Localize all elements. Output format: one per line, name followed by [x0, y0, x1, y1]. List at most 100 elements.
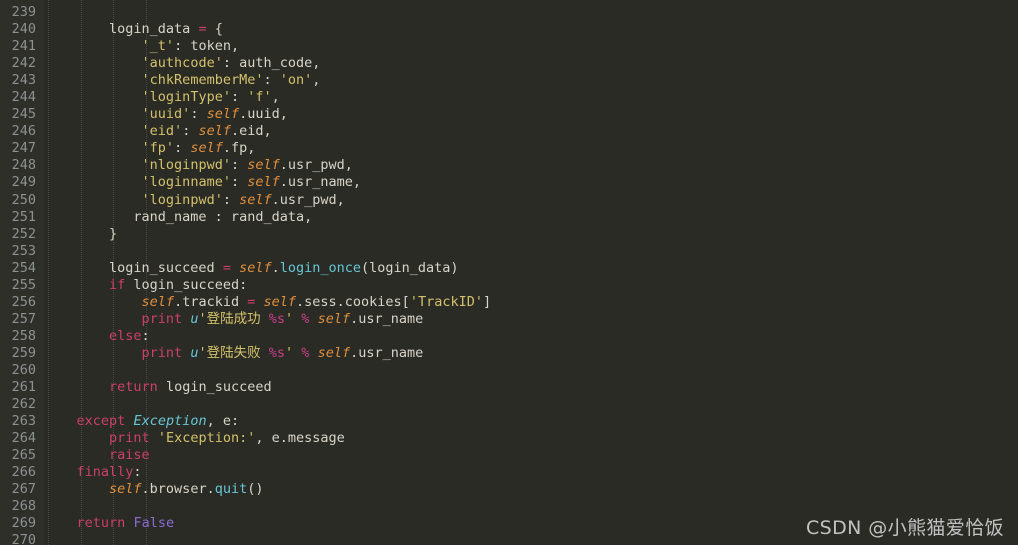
code-line[interactable]: self.browser.quit(): [44, 481, 1018, 498]
code-token: return: [76, 515, 126, 532]
code-line[interactable]: [44, 396, 1018, 413]
code-token: ]: [482, 293, 492, 310]
code-line[interactable]: if login_succeed:: [44, 277, 1018, 294]
code-line[interactable]: finally:: [44, 464, 1018, 481]
code-line[interactable]: else:: [44, 328, 1018, 345]
code-token: login_succeed: [157, 379, 272, 396]
code-line[interactable]: login_data = {: [44, 21, 1018, 38]
code-line[interactable]: [44, 362, 1018, 379]
code-token: self: [206, 106, 240, 123]
code-token: if: [109, 276, 126, 293]
line-number-list: 239 240 241 242 243 244 245 246 247 248 249 250 251 2…: [0, 0, 44, 545]
code-token: .eid,: [230, 123, 272, 140]
code-line[interactable]: except Exception, e:: [44, 413, 1018, 430]
line-number: 252: [11, 225, 36, 242]
code-line[interactable]: 'loginpwd': self.usr_pwd,: [44, 192, 1018, 209]
code-line[interactable]: }: [44, 226, 1018, 243]
line-number: 258: [11, 327, 36, 344]
code-token: , e:: [206, 413, 240, 430]
code-token: (): [247, 481, 264, 498]
line-number: 259: [11, 344, 36, 361]
line-number: 254: [11, 259, 36, 276]
code-line[interactable]: [44, 498, 1018, 515]
code-token: login_succeed: [44, 259, 223, 276]
code-line[interactable]: self.trackid = self.sess.cookies['TrackI…: [44, 294, 1018, 311]
code-token: rand_name : rand_data,: [44, 208, 313, 225]
line-number-gutter[interactable]: 239 240 241 242 243 244 245 246 247 248 249 250 251 2…: [0, 0, 44, 545]
code-token: self: [247, 157, 280, 174]
code-token: login_data: [109, 21, 199, 38]
line-number: 257: [11, 310, 36, 327]
line-number: 246: [11, 123, 36, 140]
line-number: 250: [11, 191, 36, 208]
line-number: 266: [11, 464, 36, 481]
code-line[interactable]: raise: [44, 447, 1018, 464]
code-token: 'loginpwd': [141, 191, 223, 208]
code-line[interactable]: 'chkRememberMe': 'on',: [44, 72, 1018, 89]
code-token: self: [317, 310, 351, 327]
code-token: ,: [271, 89, 280, 106]
code-token: :: [230, 89, 248, 106]
code-line[interactable]: rand_name : rand_data,: [44, 209, 1018, 226]
code-line[interactable]: [44, 4, 1018, 21]
line-number: 256: [11, 293, 36, 310]
code-line[interactable]: 'eid': self.eid,: [44, 123, 1018, 140]
code-line[interactable]: 'loginType': 'f',: [44, 89, 1018, 106]
code-line[interactable]: 'authcode': auth_code,: [44, 55, 1018, 72]
code-token: 'fp': [141, 140, 175, 157]
code-token: , e.message: [255, 430, 345, 447]
code-token: %s: [268, 310, 286, 327]
code-content-area[interactable]: login_data = { '_t': token, 'authcode': …: [44, 0, 1018, 545]
code-token: self: [247, 174, 280, 191]
code-token: print: [141, 344, 183, 361]
code-line[interactable]: print 'Exception:', e.message: [44, 430, 1018, 447]
code-token: else: [109, 327, 142, 344]
line-number: 248: [11, 157, 36, 174]
code-token: .trackid: [174, 293, 248, 310]
code-line[interactable]: [44, 243, 1018, 260]
code-line[interactable]: 'nloginpwd': self.usr_pwd,: [44, 157, 1018, 174]
line-number: 249: [11, 174, 36, 191]
code-token: 'loginType': [141, 89, 231, 106]
code-token: : token,: [174, 38, 240, 55]
line-number: 253: [11, 242, 36, 259]
code-line[interactable]: login_succeed = self.login_once(login_da…: [44, 260, 1018, 277]
code-token: .usr_pwd,: [271, 191, 345, 208]
code-token: return: [109, 379, 158, 396]
code-token: raise: [109, 447, 150, 464]
code-token: .uuid,: [239, 106, 288, 123]
code-editor: 239 240 241 242 243 244 245 246 247 248 249 250 251 2…: [0, 0, 1018, 545]
code-token: .sess.cookies[: [296, 293, 410, 310]
line-number: 251: [11, 208, 36, 225]
line-number: 261: [11, 379, 36, 396]
code-line[interactable]: print u'登陆失败 %s' % self.usr_name: [44, 345, 1018, 362]
code-line[interactable]: '_t': token,: [44, 38, 1018, 55]
code-token: {: [206, 21, 223, 38]
code-token: =: [222, 259, 231, 276]
code-line-list: login_data = { '_t': token, 'authcode': …: [44, 0, 1018, 545]
code-line[interactable]: 'fp': self.fp,: [44, 140, 1018, 157]
code-line[interactable]: 'uuid': self.uuid,: [44, 106, 1018, 123]
code-line[interactable]: return login_succeed: [44, 379, 1018, 396]
code-token: self: [239, 259, 272, 276]
code-token: :: [174, 140, 191, 157]
code-token: 'Exception:': [157, 430, 256, 447]
code-token: self: [317, 344, 351, 361]
code-line[interactable]: 'loginname': self.usr_name,: [44, 174, 1018, 191]
code-line[interactable]: print u'登陆成功 %s' % self.usr_name: [44, 311, 1018, 328]
